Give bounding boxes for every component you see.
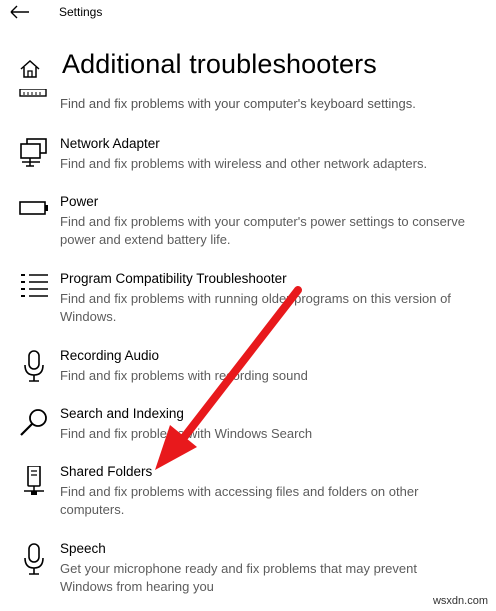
battery-icon <box>19 201 48 215</box>
home-icon[interactable] <box>19 58 41 80</box>
item-title: Power <box>60 194 99 209</box>
network-adapter-icon <box>20 138 47 167</box>
window-title: Settings <box>59 5 103 19</box>
keyboard-icon <box>19 89 47 97</box>
microphone-icon <box>24 543 44 575</box>
item-title: Network Adapter <box>60 136 160 151</box>
shared-folders-icon <box>24 466 44 495</box>
item-title: Program Compatibility Troubleshooter <box>60 271 287 286</box>
microphone-icon <box>24 350 44 382</box>
troubleshooter-recording-audio[interactable]: Recording Audio Find and fix problems wi… <box>14 348 484 388</box>
troubleshooter-program-compatibility[interactable]: Program Compatibility Troubleshooter Fin… <box>14 271 484 327</box>
list-icon <box>21 274 48 297</box>
page-title: Additional troubleshooters <box>62 49 377 79</box>
keyboard-description: Find and fix problems with your computer… <box>60 96 416 111</box>
search-icon <box>20 409 47 436</box>
item-title: Shared Folders <box>60 464 153 479</box>
troubleshooter-speech[interactable]: Speech Get your microphone ready and fix… <box>14 541 484 597</box>
item-description: Find and fix problems with running older… <box>60 291 451 324</box>
troubleshooter-shared-folders[interactable]: Shared Folders Find and fix problems wit… <box>14 464 484 520</box>
troubleshooter-power[interactable]: Power Find and fix problems with your co… <box>14 194 484 250</box>
troubleshooter-search-indexing[interactable]: Search and Indexing Find and fix problem… <box>14 406 484 446</box>
back-arrow-icon[interactable] <box>9 4 31 20</box>
item-description: Find and fix problems with wireless and … <box>60 156 428 171</box>
item-description: Get your microphone ready and fix proble… <box>60 561 417 594</box>
item-description: Find and fix problems with your computer… <box>60 214 465 247</box>
item-description: Find and fix problems with accessing fil… <box>60 484 419 517</box>
title-bar: Settings <box>0 0 496 26</box>
item-title: Recording Audio <box>60 348 160 363</box>
item-description: Find and fix problems with Windows Searc… <box>60 426 313 441</box>
item-title: Search and Indexing <box>60 406 184 421</box>
item-title: Speech <box>60 541 106 556</box>
troubleshooter-network-adapter[interactable]: Network Adapter Find and fix problems wi… <box>14 136 484 176</box>
item-description: Find and fix problems with recording sou… <box>60 368 308 383</box>
watermark: wsxdn.com <box>432 595 488 607</box>
